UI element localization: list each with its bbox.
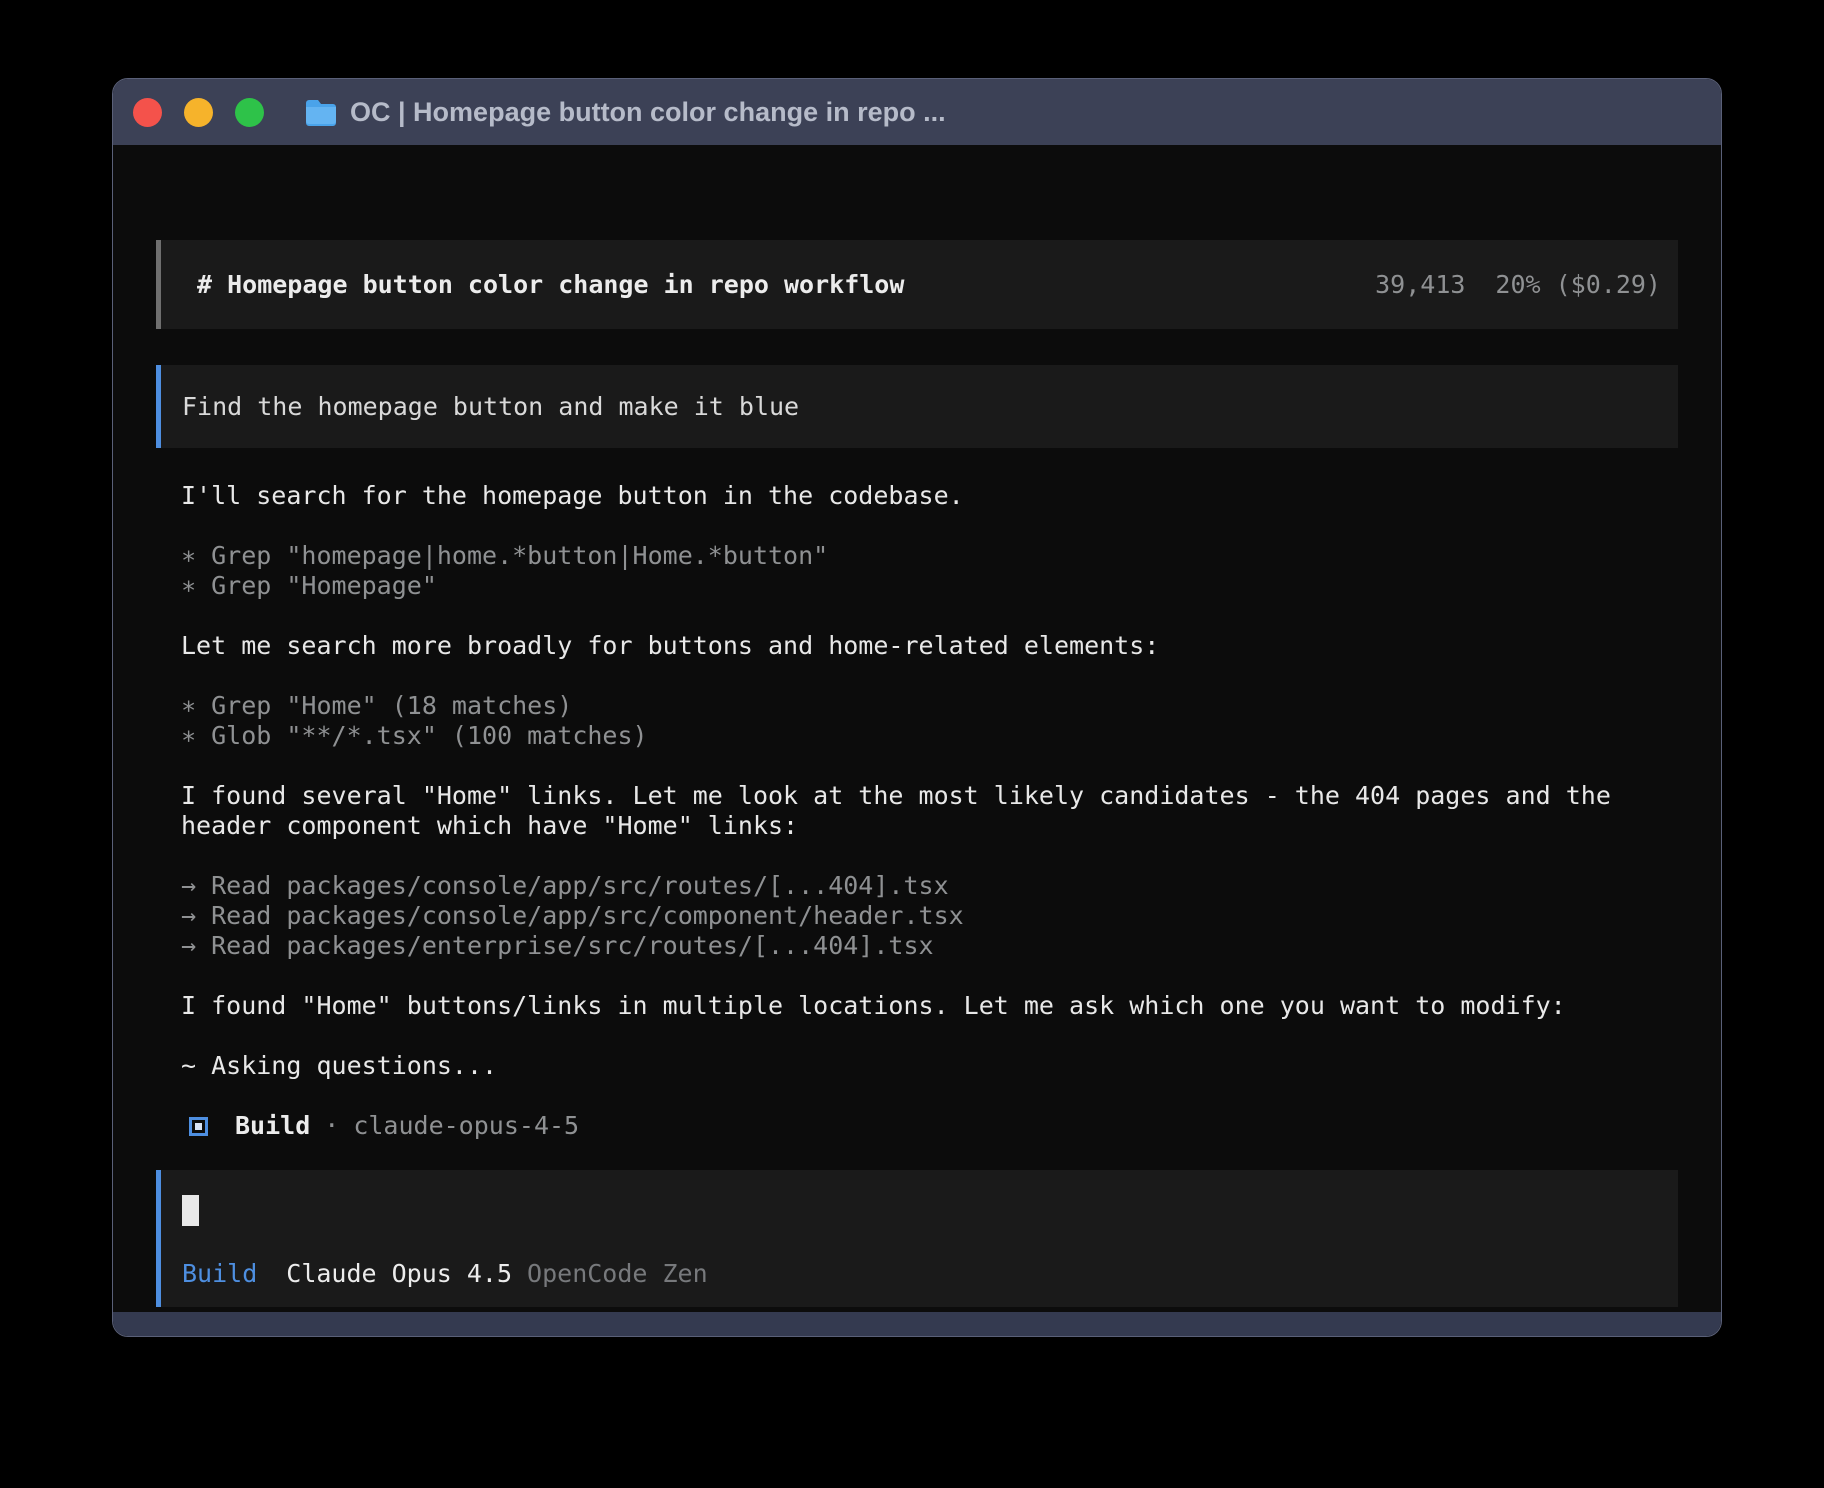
assistant-text: I'll search for the homepage button in t… xyxy=(181,481,1651,511)
titlebar: OC | Homepage button color change in rep… xyxy=(113,79,1721,145)
agent-task-icon xyxy=(189,1117,208,1136)
traffic-lights xyxy=(133,98,264,127)
input-provider-label: OpenCode Zen xyxy=(527,1259,708,1289)
session-title: # Homepage button color change in repo w… xyxy=(197,270,904,299)
agent-model: claude-opus-4-5 xyxy=(353,1111,579,1141)
input-meta: Build Claude Opus 4.5 OpenCode Zen xyxy=(182,1259,1657,1289)
window-title: OC | Homepage button color change in rep… xyxy=(350,97,946,128)
context-usage-and-cost: 20% ($0.29) xyxy=(1495,270,1661,299)
user-message: Find the homepage button and make it blu… xyxy=(156,365,1678,448)
agent-badge: Build · claude-opus-4-5 xyxy=(181,1111,1651,1141)
assistant-text: I found "Home" buttons/links in multiple… xyxy=(181,991,1651,1021)
prompt-input[interactable]: Build Claude Opus 4.5 OpenCode Zen xyxy=(156,1170,1678,1307)
token-count: 39,413 xyxy=(1375,270,1465,299)
session-stats: 39,413 20% ($0.29) xyxy=(1375,270,1661,299)
folder-icon xyxy=(304,98,338,126)
window-bottom-strip xyxy=(113,1312,1721,1336)
terminal-content: # Homepage button color change in repo w… xyxy=(113,145,1721,1314)
tool-call-group: ∗ Grep "homepage|home.*button|Home.*butt… xyxy=(181,541,1651,601)
tool-call-glob: ∗ Glob "**/*.tsx" (100 matches) xyxy=(181,721,1651,751)
tool-call-group: ∗ Grep "Home" (18 matches) ∗ Glob "**/*.… xyxy=(181,691,1651,751)
assistant-status-text: ~ Asking questions... xyxy=(181,1051,1651,1081)
close-button[interactable] xyxy=(133,98,162,127)
assistant-text: I found several "Home" links. Let me loo… xyxy=(181,781,1651,841)
user-message-text: Find the homepage button and make it blu… xyxy=(182,392,799,421)
terminal-window: OC | Homepage button color change in rep… xyxy=(112,78,1722,1337)
minimize-button[interactable] xyxy=(184,98,213,127)
tool-call-grep: ∗ Grep "homepage|home.*button|Home.*butt… xyxy=(181,541,1651,571)
tool-call-group: → Read packages/console/app/src/routes/[… xyxy=(181,871,1651,961)
assistant-text: Let me search more broadly for buttons a… xyxy=(181,631,1651,661)
input-model-label: Claude Opus 4.5 xyxy=(286,1259,512,1289)
tool-call-read: → Read packages/console/app/src/componen… xyxy=(181,901,1651,931)
agent-name: Build xyxy=(235,1111,310,1141)
input-mode-label: Build xyxy=(182,1259,257,1289)
zoom-button[interactable] xyxy=(235,98,264,127)
tool-call-grep: ∗ Grep "Home" (18 matches) xyxy=(181,691,1651,721)
agent-separator: · xyxy=(324,1111,339,1141)
text-cursor xyxy=(182,1195,199,1226)
tool-call-read: → Read packages/enterprise/src/routes/[.… xyxy=(181,931,1651,961)
session-header: # Homepage button color change in repo w… xyxy=(156,240,1678,329)
tool-call-read: → Read packages/console/app/src/routes/[… xyxy=(181,871,1651,901)
tool-call-grep: ∗ Grep "Homepage" xyxy=(181,571,1651,601)
assistant-transcript: I'll search for the homepage button in t… xyxy=(181,481,1651,1171)
